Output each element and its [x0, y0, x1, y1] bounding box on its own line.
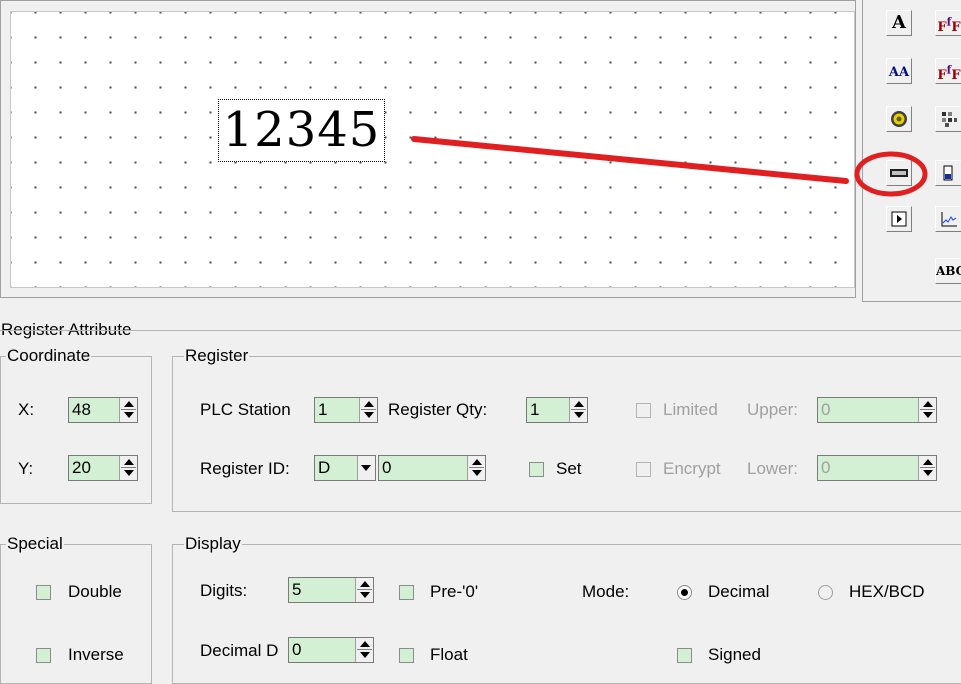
plc-station-value: 1: [318, 400, 328, 419]
digits-label: Digits:: [200, 581, 248, 600]
hex-bcd-label: HEX/BCD: [849, 582, 925, 601]
register-qty-label: Register Qty:: [388, 400, 488, 419]
register-attribute-divider: [0, 330, 961, 332]
decimal-digits-spinbox[interactable]: 0: [288, 637, 374, 663]
register-id-value: 0: [382, 458, 392, 477]
register-group: [172, 356, 961, 512]
special-group-title: Special: [6, 534, 64, 553]
register-type-value: D: [318, 458, 331, 477]
x-coordinate-value: 48: [72, 400, 91, 419]
plc-station-label: PLC Station: [200, 400, 291, 419]
inverse-checkbox[interactable]: [36, 648, 51, 663]
x-coordinate-spinbox[interactable]: 48: [68, 397, 138, 423]
annotation-arrow-line: [411, 136, 849, 184]
coordinate-group: [0, 356, 152, 504]
lower-limit-value: 0: [821, 458, 831, 477]
spin-arrows-icon[interactable]: [918, 398, 936, 422]
spin-arrows-icon[interactable]: [918, 456, 936, 480]
annotation-overlay: [411, 136, 928, 197]
set-label: Set: [556, 459, 582, 478]
display-group-title: Display: [184, 534, 242, 553]
signed-checkbox[interactable]: [677, 648, 692, 663]
pre-zero-checkbox[interactable]: [399, 585, 414, 600]
spin-arrows-icon[interactable]: [119, 398, 137, 422]
decimal-digits-label: Decimal D: [200, 641, 279, 660]
register-qty-spinbox[interactable]: 1: [526, 397, 588, 423]
y-coordinate-value: 20: [72, 458, 91, 477]
double-label: Double: [68, 582, 122, 601]
pre-zero-label: Pre-'0': [430, 582, 479, 601]
encrypt-label: Encrypt: [663, 459, 721, 478]
spin-arrows-icon[interactable]: [569, 398, 587, 422]
upper-label: Upper:: [747, 400, 799, 419]
limited-checkbox[interactable]: [636, 403, 651, 418]
y-coordinate-spinbox[interactable]: 20: [68, 455, 138, 481]
encrypt-checkbox[interactable]: [636, 462, 651, 477]
float-label: Float: [430, 645, 468, 664]
y-label: Y:: [18, 459, 34, 478]
decimal-digits-value: 0: [292, 640, 302, 659]
spin-arrows-icon[interactable]: [119, 456, 137, 480]
display-group: [172, 544, 961, 684]
float-checkbox[interactable]: [399, 648, 414, 663]
upper-limit-value: 0: [821, 400, 831, 419]
register-group-title: Register: [184, 346, 250, 365]
annotation-highlight-circle: [854, 151, 928, 197]
plc-station-spinbox[interactable]: 1: [314, 397, 378, 423]
spin-arrows-icon[interactable]: [467, 456, 485, 480]
chevron-down-icon[interactable]: [357, 456, 375, 480]
mode-label: Mode:: [582, 582, 630, 601]
register-type-dropdown[interactable]: D: [314, 455, 376, 481]
register-id-label: Register ID:: [200, 459, 290, 478]
digits-spinbox[interactable]: 5: [288, 577, 374, 603]
lower-limit-spinbox[interactable]: 0: [817, 455, 937, 481]
spin-arrows-icon[interactable]: [359, 398, 377, 422]
spin-arrows-icon[interactable]: [355, 638, 373, 662]
upper-limit-spinbox[interactable]: 0: [817, 397, 937, 423]
decimal-radio[interactable]: [677, 585, 692, 600]
limited-label: Limited: [663, 400, 718, 419]
x-label: X:: [18, 400, 35, 419]
decimal-label: Decimal: [708, 582, 770, 601]
inverse-label: Inverse: [68, 645, 124, 664]
lower-label: Lower:: [747, 459, 799, 478]
coordinate-group-title: Coordinate: [6, 346, 92, 365]
set-checkbox[interactable]: [529, 462, 544, 477]
spin-arrows-icon[interactable]: [355, 578, 373, 602]
double-checkbox[interactable]: [36, 585, 51, 600]
register-qty-value: 1: [530, 400, 540, 419]
hex-bcd-radio[interactable]: [818, 585, 833, 600]
signed-label: Signed: [708, 645, 761, 664]
register-id-spinbox[interactable]: 0: [378, 455, 486, 481]
digits-value: 5: [292, 580, 302, 599]
